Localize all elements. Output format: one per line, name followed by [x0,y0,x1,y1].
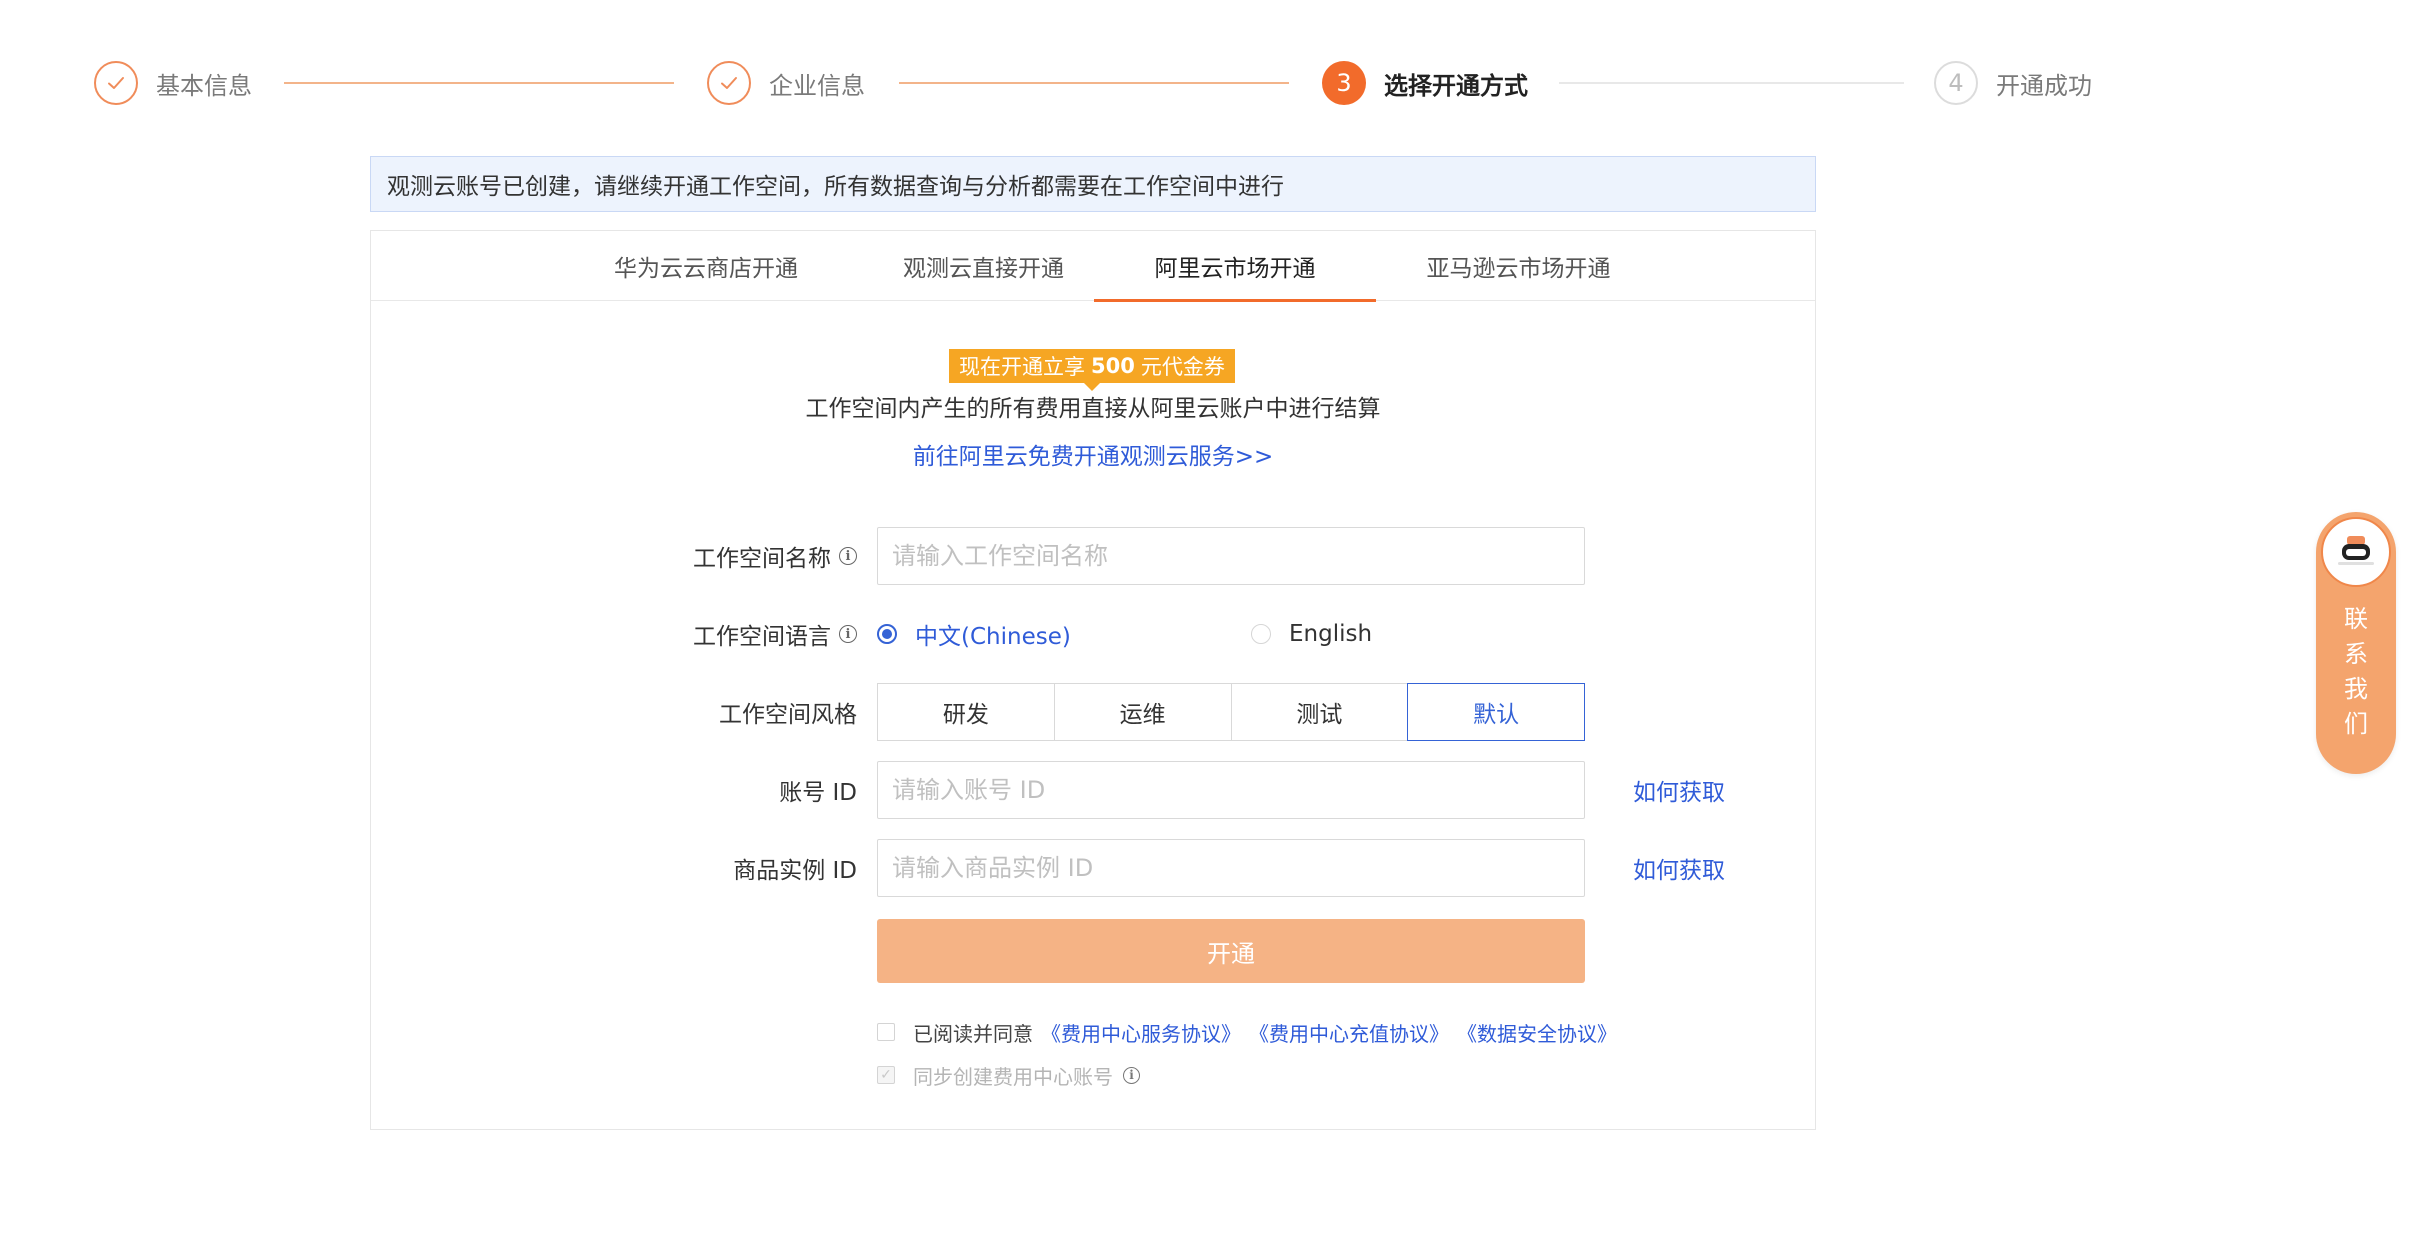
promo-badge: 现在开通立享 500 元代金券 [949,349,1235,391]
tab-aliyun[interactable]: 阿里云市场开通 [1094,231,1376,302]
radio-label: 中文(Chinese) [915,624,1071,650]
check-icon [707,61,751,105]
step-connector [284,82,674,84]
aliyun-activate-link[interactable]: 前往阿里云免费开通观测云服务>> [371,437,1815,471]
step-company-info: 企业信息 [707,55,865,111]
workspace-style-segmented: 研发 运维 测试 默认 [877,683,1585,741]
tab-huawei[interactable]: 华为云云商店开通 [571,231,841,301]
tab-guance-direct[interactable]: 观测云直接开通 [841,231,1126,301]
step-number: 3 [1322,61,1366,105]
agreement-text: 已阅读并同意 [913,1021,1033,1046]
workspace-name-input[interactable] [877,527,1585,585]
step-label: 企业信息 [769,71,865,100]
sync-account-text: 同步创建费用中心账号 [913,1064,1113,1089]
step-success: 4 开通成功 [1934,55,2092,111]
activation-card: 华为云云商店开通 观测云直接开通 阿里云市场开通 亚马逊云市场开通 现在开通立享… [370,230,1816,1130]
notice-banner: 观测云账号已创建，请继续开通工作空间，所有数据查询与分析都需要在工作空间中进行 [370,156,1816,212]
contact-char: 联 [2344,605,2368,633]
style-option-default[interactable]: 默认 [1407,683,1585,741]
sync-account-checkbox[interactable]: ✓ [877,1066,895,1084]
info-icon[interactable]: i [1123,1066,1140,1084]
style-option-test[interactable]: 测试 [1230,683,1409,741]
account-id-help-link[interactable]: 如何获取 [1633,761,1725,819]
style-option-dev[interactable]: 研发 [877,683,1055,741]
promo-description: 工作空间内产生的所有费用直接从阿里云账户中进行结算 [805,396,1381,422]
sync-account-row: ✓ 同步创建费用中心账号 i [877,1060,1140,1090]
workspace-name-label: 工作空间名称 i [371,527,857,585]
contact-char: 系 [2344,640,2368,668]
check-icon [94,61,138,105]
activate-button[interactable]: 开通 [877,919,1585,983]
account-id-label: 账号 ID [779,780,857,806]
step-number: 4 [1934,61,1978,105]
step-label: 开通成功 [1996,71,2092,100]
info-icon[interactable]: i [839,547,857,565]
label-text: 工作空间名称 [693,546,831,572]
step-connector [899,82,1289,84]
step-label: 选择开通方式 [1384,71,1528,100]
step-basic-info: 基本信息 [94,55,252,111]
promo-amount: 500 [1091,354,1135,378]
promo-suffix: 元代金券 [1140,355,1225,379]
account-id-input[interactable] [877,761,1585,819]
workspace-language-label: 工作空间语言 i [371,605,857,663]
fee-recharge-agreement-link[interactable]: 《费用中心充值协议》 [1249,1018,1449,1047]
radio-unselected-icon [1251,624,1271,644]
info-icon[interactable]: i [839,625,857,643]
instance-id-label: 商品实例 ID [733,858,857,884]
promo-prefix: 现在开通立享 [959,355,1085,379]
contact-us-widget[interactable]: 联 系 我 们 [2316,512,2396,774]
step-connector [1559,82,1904,84]
language-radio-english[interactable]: English [1251,605,1372,663]
instance-id-input[interactable] [877,839,1585,897]
workspace-style-label: 工作空间风格 [719,702,857,728]
contact-char: 我 [2344,675,2368,703]
tab-aws[interactable]: 亚马逊云市场开通 [1376,231,1661,301]
step-select-method: 3 选择开通方式 [1322,55,1528,111]
style-option-ops[interactable]: 运维 [1053,683,1232,741]
progress-steps: 基本信息 企业信息 3 选择开通方式 4 开通成功 [94,55,2114,111]
language-radio-chinese[interactable]: 中文(Chinese) [877,605,1071,663]
agreement-checkbox[interactable] [877,1023,895,1041]
label-text: 工作空间语言 [693,624,831,650]
step-label: 基本信息 [156,71,252,100]
contact-char: 们 [2344,710,2368,738]
support-avatar-icon [2321,517,2391,587]
fee-service-agreement-link[interactable]: 《费用中心服务协议》 [1041,1018,1241,1047]
radio-selected-icon [877,624,897,644]
radio-label: English [1289,621,1373,647]
method-tabs: 华为云云商店开通 观测云直接开通 阿里云市场开通 亚马逊云市场开通 [371,231,1815,302]
data-security-agreement-link[interactable]: 《数据安全协议》 [1457,1018,1617,1047]
agreement-row: 已阅读并同意 《费用中心服务协议》 《费用中心充值协议》 《数据安全协议》 [877,1017,1617,1047]
contact-us-label: 联 系 我 们 [2316,602,2396,742]
instance-id-help-link[interactable]: 如何获取 [1633,839,1725,897]
